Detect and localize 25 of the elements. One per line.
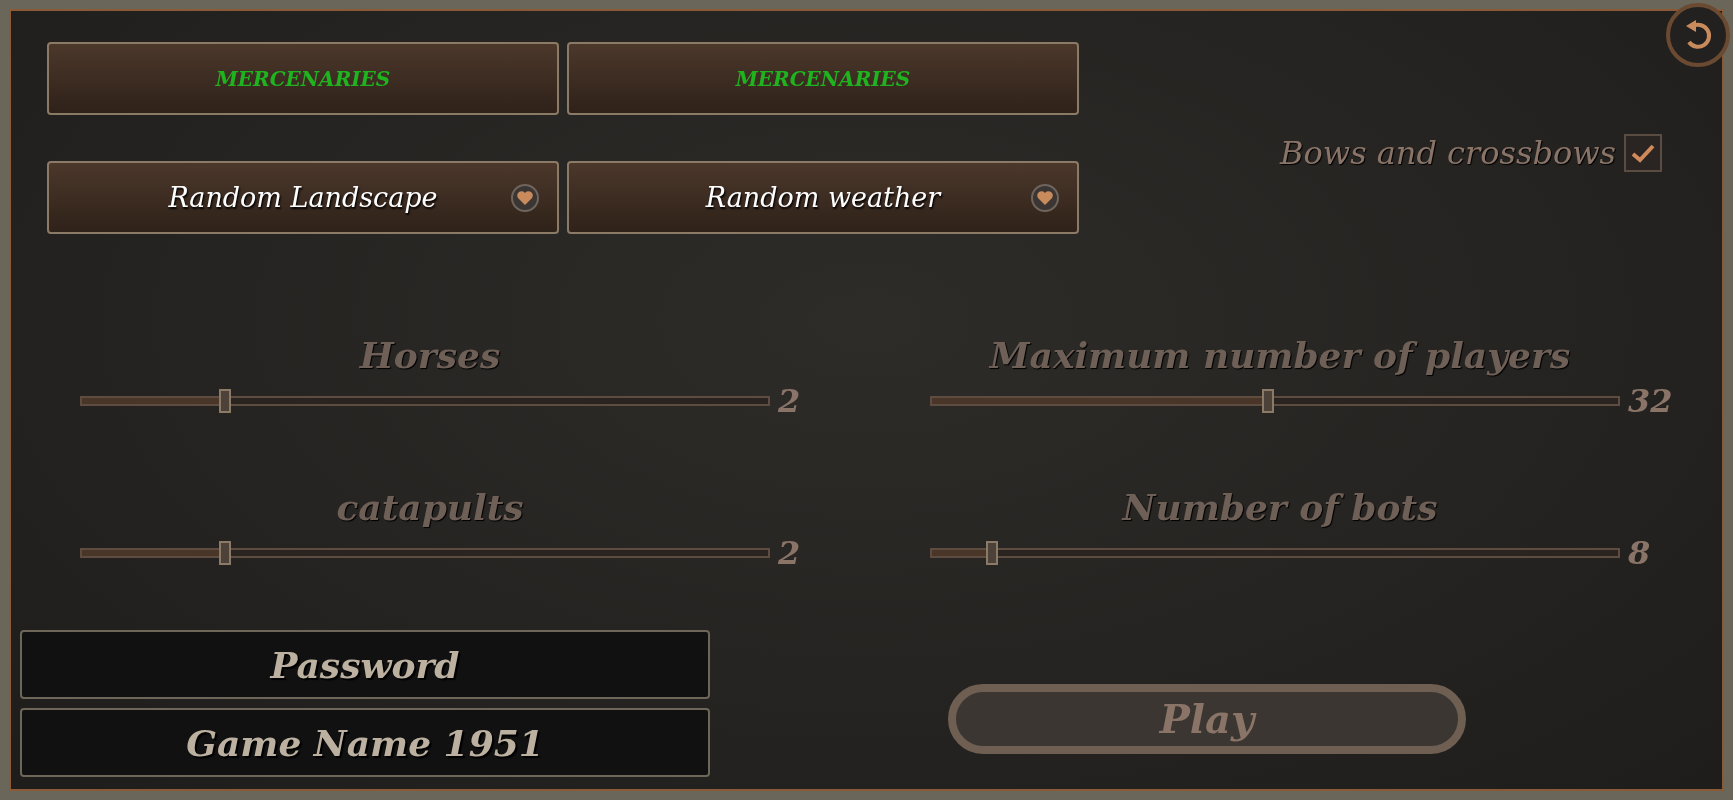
checkmark-icon (1630, 142, 1656, 164)
option-button[interactable]: Random weather (567, 161, 1079, 234)
faction-button[interactable]: MERCENARIES (47, 42, 559, 115)
slider[interactable] (930, 388, 1620, 414)
option-button[interactable]: Random Landscape (47, 161, 559, 234)
slider-handle[interactable] (986, 541, 999, 565)
slider-handle[interactable] (218, 541, 231, 565)
faction-button[interactable]: MERCENARIES (567, 42, 1079, 115)
slider-value: 2 (778, 382, 801, 420)
game-name-field[interactable]: Game Name 1951 (20, 708, 710, 777)
slider-handle[interactable] (1262, 389, 1275, 413)
slider-label: Maximum number of players (989, 334, 1571, 376)
checkbox-label: Bows and crossbows (1280, 134, 1616, 172)
slider-label: catapults (336, 486, 524, 528)
slider[interactable] (930, 540, 1620, 566)
password-field[interactable]: Password (20, 630, 710, 699)
slider-value: 8 (1628, 534, 1651, 572)
slider-value: 2 (778, 534, 801, 572)
slider[interactable] (80, 388, 770, 414)
slider[interactable] (80, 540, 770, 566)
slider-value: 32 (1628, 382, 1673, 420)
slider-label: Horses (359, 334, 501, 376)
slider-label: Number of bots (1122, 486, 1438, 528)
checkbox[interactable] (1624, 134, 1662, 172)
slider-handle[interactable] (218, 389, 231, 413)
